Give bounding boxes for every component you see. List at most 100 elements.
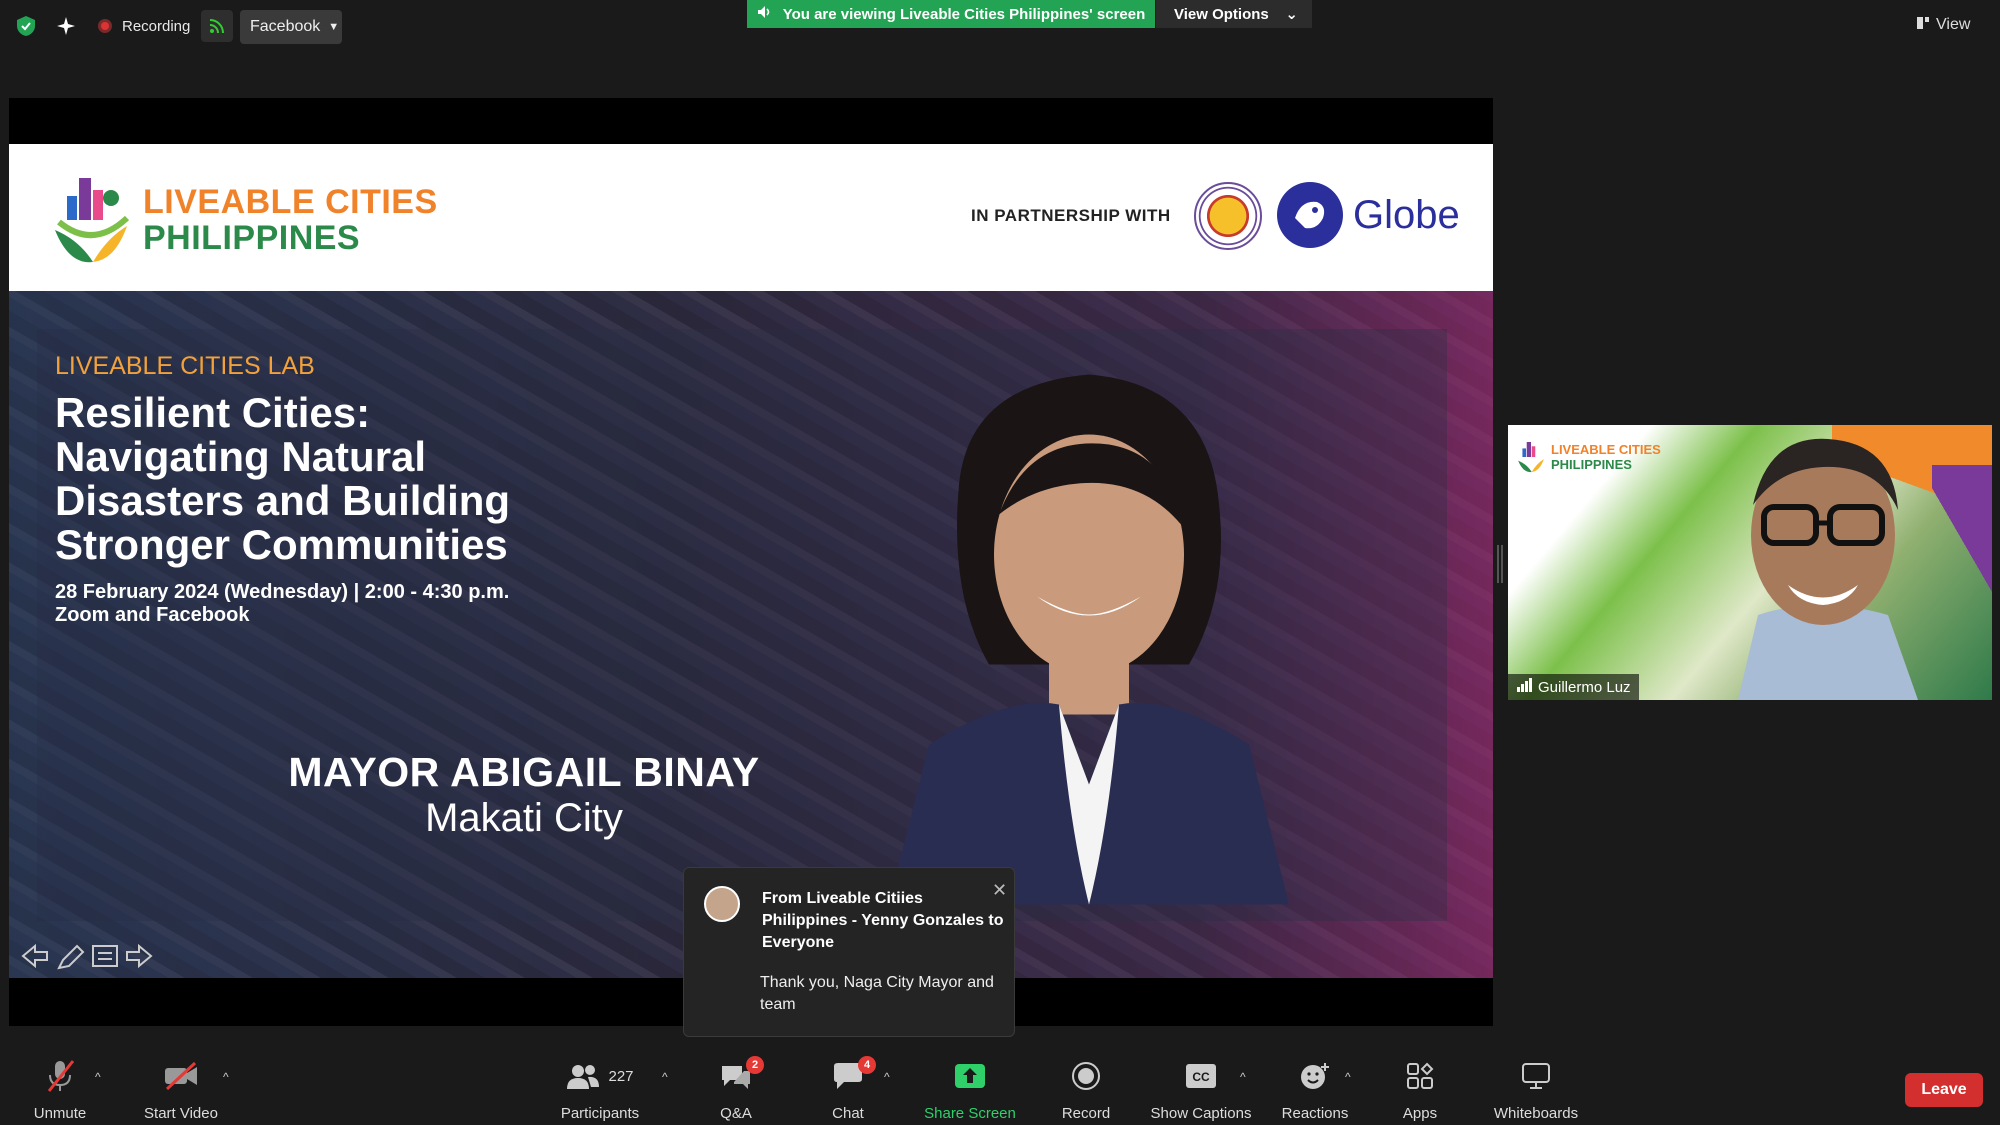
qa-badge: 2 [746,1056,764,1074]
layout-icon [1916,16,1930,35]
participant-name: Guillermo Luz [1538,678,1631,696]
title-line: Disasters and Building [55,477,511,524]
pen-icon[interactable] [55,944,85,977]
recording-label: Recording [122,17,191,35]
participants-icon [567,1065,600,1089]
top-bar: Recording Facebook ▼ You are viewing Liv… [0,0,2000,52]
share-screen-button[interactable]: Share Screen [922,1058,1018,1122]
panel-resize-handle[interactable] [1497,545,1503,583]
logo-line1: LIVEABLE CITIES [1551,442,1661,457]
liveable-cities-emblem-icon [55,178,130,263]
speaker-name: MAYOR ABIGAIL BINAY [288,749,760,795]
chevron-up-icon[interactable]: ^ [1345,1070,1351,1084]
title-line: Navigating Natural [55,433,427,480]
svg-text:CC: CC [1192,1070,1210,1084]
slide-header: LIVEABLE CITIES PHILIPPINES IN PARTNERSH… [9,144,1493,291]
chevron-up-icon[interactable]: ^ [223,1070,229,1084]
stream-target-dropdown[interactable]: Facebook ▼ [240,10,342,44]
chevron-up-icon[interactable]: ^ [884,1070,890,1084]
speaker-city: Makati City [425,796,623,840]
apps-icon [1407,1062,1434,1089]
unmute-label: Unmute [33,1105,87,1122]
chat-button[interactable]: 4 Chat [826,1056,876,1122]
slide-navigation [21,943,153,977]
partner-name: Globe [1353,192,1460,237]
recording-indicator[interactable]: Recording [98,10,190,42]
start-video-label: Start Video [144,1105,218,1122]
chevron-up-icon[interactable]: ^ [662,1070,668,1084]
reactions-button[interactable]: Reactions [1280,1058,1350,1122]
share-screen-label: Share Screen [924,1105,1016,1122]
security-shield-icon[interactable] [12,12,40,40]
captions-icon: CC [1186,1064,1216,1088]
apps-label: Apps [1402,1105,1438,1122]
whiteboards-button[interactable]: Whiteboards [1488,1058,1584,1122]
participant-person [1738,438,1918,700]
event-datetime: 28 February 2024 (Wednesday) | 2:00 - 4:… [55,581,509,627]
presentation-slide: LIVEABLE CITIES PHILIPPINES IN PARTNERSH… [9,144,1493,978]
live-stream-icon[interactable] [201,10,233,42]
chevron-down-icon: ⌄ [1285,6,1298,23]
menu-icon[interactable] [91,944,119,977]
event-title: Resilient Cities: Navigating Natural Dis… [55,391,755,567]
participants-count: 227 [608,1067,634,1085]
arrow-right-icon[interactable] [125,943,153,977]
participant-video-tile[interactable]: LIVEABLE CITIES PHILIPPINES Guillermo Lu… [1508,425,1992,700]
view-label: View [1936,16,1971,33]
qa-button[interactable]: 2 Q&A [716,1056,764,1122]
liveable-cities-emblem-icon [1518,442,1544,473]
meeting-toolbar: Unmute ^ Start Video ^ 227 Participants … [0,1050,2000,1125]
record-button[interactable]: Record [1058,1058,1114,1122]
title-line: Stronger Communities [55,521,508,568]
globe-logo: Globe [1277,182,1460,248]
share-screen-icon [955,1064,985,1088]
muted-microphone-icon [47,1060,75,1092]
unmute-button[interactable]: Unmute [28,1058,92,1122]
partnership-label: IN PARTNERSHIP WITH [971,206,1171,225]
logo-line2: PHILIPPINES [143,219,361,257]
viewing-screen-banner: You are viewing Liveable Cities Philippi… [747,0,1155,28]
chat-message: Thank you, Naga City Mayor and team [760,974,994,1013]
record-label: Record [1061,1105,1111,1122]
logo-line2: PHILIPPINES [1551,457,1632,472]
recording-dot-icon [98,19,112,33]
apps-button[interactable]: Apps [1398,1058,1442,1122]
lab-title: LIVEABLE CITIES LAB [55,352,315,380]
chat-notification[interactable]: From Liveable Citiies Philippines - Yenn… [683,867,1015,1037]
show-captions-label: Show Captions [1150,1105,1252,1122]
virtual-background-logo: LIVEABLE CITIES PHILIPPINES [1516,439,1661,475]
chevron-down-icon: ▼ [328,21,340,33]
chat-sender: From Liveable Citiies Philippines - Yenn… [762,890,1004,951]
view-options-button[interactable]: View Options ⌄ [1156,0,1312,28]
record-icon [1072,1062,1100,1090]
globe-emblem-icon [1277,182,1343,248]
city-seal-logo [1194,182,1262,250]
sparkle-icon[interactable] [52,12,80,40]
logo-line1: LIVEABLE CITIES [143,183,438,221]
viewing-banner-text: You are viewing Liveable Cities Philippi… [782,5,1146,23]
whiteboard-icon [1522,1063,1550,1089]
whiteboards-label: Whiteboards [1493,1105,1579,1122]
arrow-left-icon[interactable] [21,943,49,977]
chevron-up-icon[interactable]: ^ [1240,1070,1246,1084]
qa-label: Q&A [720,1105,752,1122]
video-off-icon [165,1061,197,1091]
close-icon[interactable]: ✕ [992,880,1007,901]
date-text: 28 February 2024 (Wednesday) | 2:00 - 4:… [55,581,510,603]
participants-button[interactable]: 227 Participants [555,1058,645,1122]
reactions-icon [1301,1063,1329,1089]
sender-avatar [704,886,740,922]
chat-badge: 4 [858,1056,876,1074]
show-captions-button[interactable]: CC Show Captions [1146,1058,1256,1122]
platform-text: Zoom and Facebook [55,604,250,626]
liveable-cities-logo: LIVEABLE CITIES PHILIPPINES [49,170,438,270]
signal-strength-icon [1516,678,1532,696]
chevron-up-icon[interactable]: ^ [95,1070,101,1084]
view-button[interactable]: View [1916,12,1970,38]
stream-target-label: Facebook [250,18,321,35]
start-video-button[interactable]: Start Video [138,1058,224,1122]
leave-button[interactable]: Leave [1905,1073,1983,1107]
participants-label: Participants [560,1105,640,1122]
title-line: Resilient Cities: [55,389,371,436]
zoom-meeting-window: Recording Facebook ▼ You are viewing Liv… [0,0,2000,1125]
